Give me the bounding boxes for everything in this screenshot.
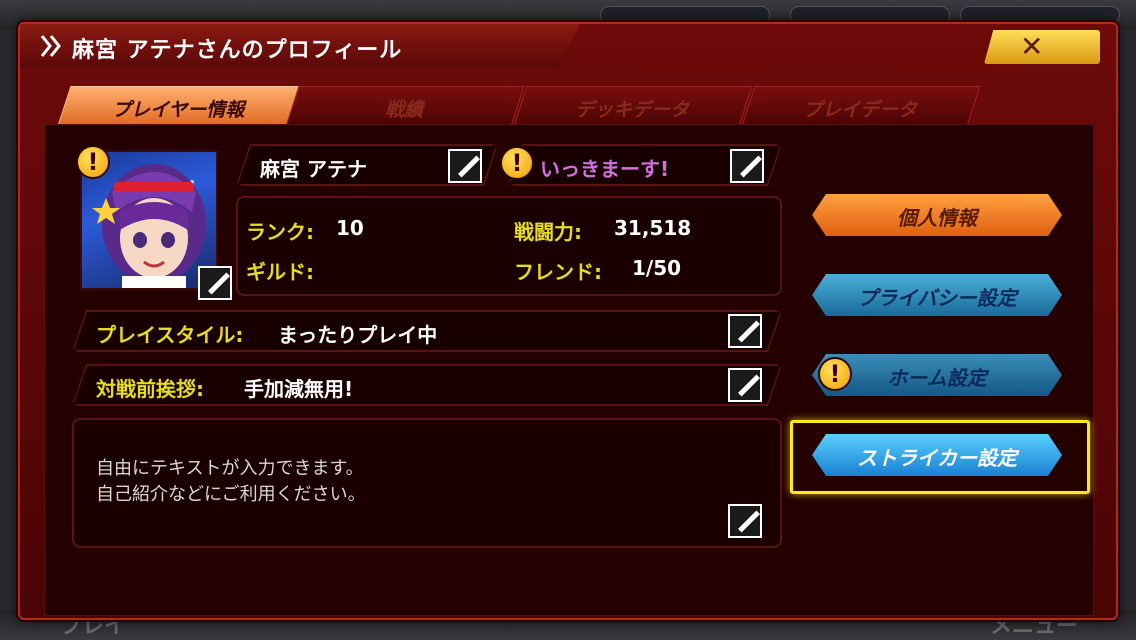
tab-player-info[interactable]: プレイヤー情報 [57, 86, 301, 126]
greeting-value: 手加減無用! [244, 377, 354, 401]
playstyle-label: プレイスタイル: [96, 323, 244, 347]
double-chevron-icon [40, 35, 61, 57]
tab-battle-record[interactable]: 戦績 [285, 86, 525, 126]
personal-info-button[interactable]: 個人情報 [812, 194, 1062, 236]
rank-label: ランク: [246, 220, 314, 244]
greeting-field[interactable]: 対戦前挨拶: 手加減無用! [72, 364, 782, 406]
button-label: 個人情報 [897, 206, 977, 230]
edit-catchphrase-icon[interactable] [730, 149, 764, 183]
striker-settings-button[interactable]: ストライカー設定 [812, 434, 1062, 476]
edit-playstyle-icon[interactable] [728, 314, 762, 348]
edit-bio-icon[interactable] [728, 504, 762, 538]
edit-avatar-icon[interactable] [198, 266, 232, 300]
playstyle-field[interactable]: プレイスタイル: まったりプレイ中 [72, 310, 782, 352]
alert-icon: ! [500, 146, 534, 180]
friend-label: フレンド: [514, 260, 602, 284]
tab-label: プレイヤー情報 [111, 99, 245, 121]
greeting-label: 対戦前挨拶: [96, 377, 204, 401]
catchphrase-text: いっきまーす! [540, 157, 670, 181]
tab-label: プレイデータ [803, 99, 918, 121]
dialog-title: 麻宮 アテナさんのプロフィール [72, 38, 403, 63]
friend-value: 1/50 [632, 256, 682, 280]
button-label: ストライカー設定 [857, 446, 1017, 470]
privacy-settings-button[interactable]: プライバシー設定 [812, 274, 1062, 316]
guild-label: ギルド: [246, 260, 314, 284]
alert-icon: ! [76, 145, 110, 179]
power-value: 31,518 [614, 216, 692, 240]
player-name: 麻宮 アテナ [260, 157, 367, 181]
edit-greeting-icon[interactable] [728, 368, 762, 402]
tab-deck-data[interactable]: デッキデータ [513, 86, 753, 126]
dialog-title-bar: 麻宮 アテナさんのプロフィール [20, 24, 580, 68]
power-label: 戦闘力: [514, 220, 582, 244]
stats-panel: ランク: 10 ギルド: 戦闘力: 31,518 フレンド: 1/50 [236, 196, 782, 296]
playstyle-value: まったりプレイ中 [278, 323, 438, 347]
edit-name-icon[interactable] [448, 149, 482, 183]
close-icon: ✕ [1020, 30, 1044, 63]
alert-icon: ! [818, 357, 852, 391]
bio-line-1: 自由にテキストが入力できます。 [96, 458, 364, 479]
rank-value: 10 [336, 216, 364, 240]
tab-label: デッキデータ [575, 99, 690, 121]
tab-label: 戦績 [385, 99, 424, 121]
bio-field[interactable]: 自由にテキストが入力できます。 自己紹介などにご利用ください。 [72, 418, 782, 548]
tab-play-data[interactable]: プレイデータ [741, 86, 981, 126]
button-label: プライバシー設定 [857, 286, 1017, 310]
bio-line-2: 自己紹介などにご利用ください。 [96, 484, 366, 505]
close-button[interactable]: ✕ [984, 30, 1100, 64]
